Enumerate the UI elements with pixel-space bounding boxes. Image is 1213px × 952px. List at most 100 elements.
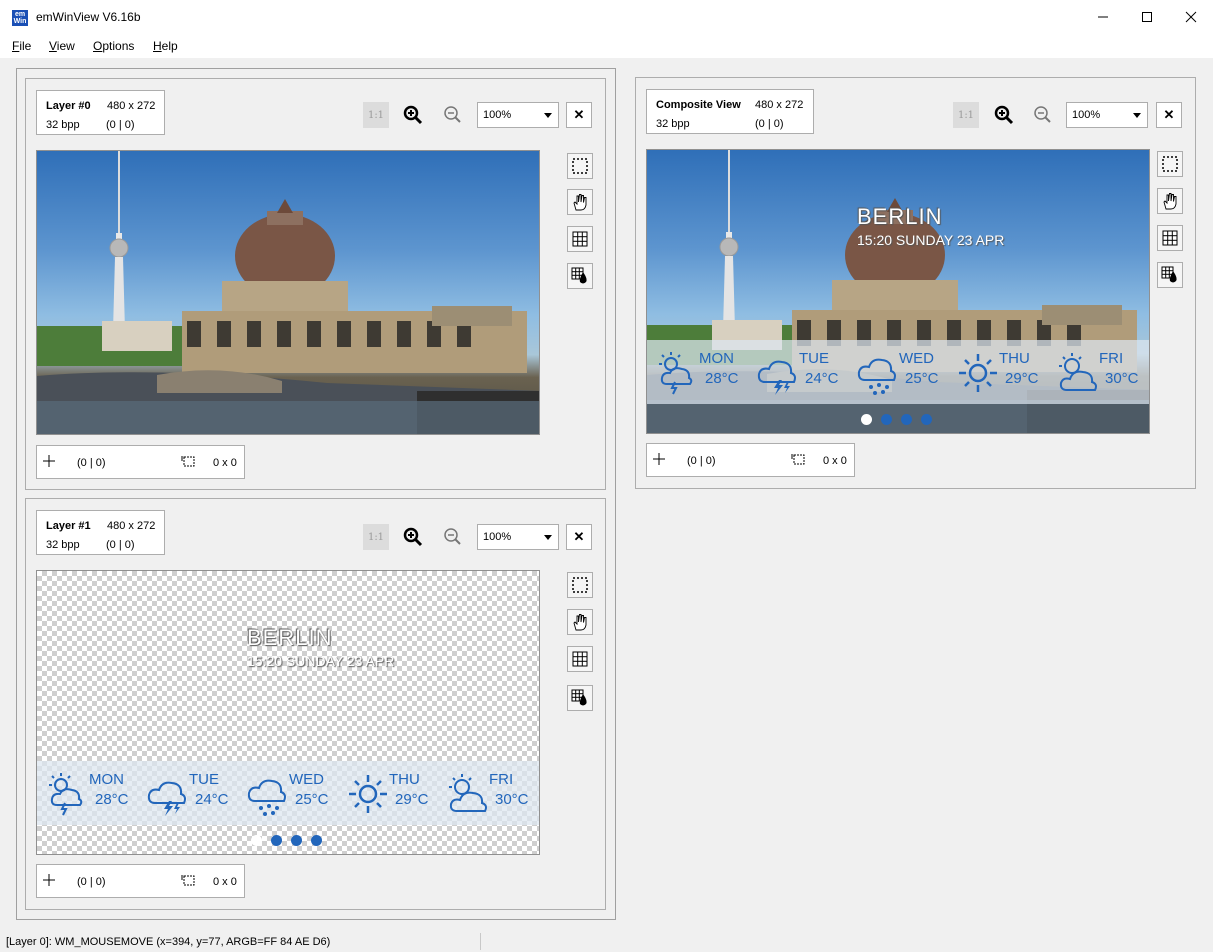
zoom-select[interactable]: 100% <box>477 524 559 550</box>
zoom-in-button[interactable] <box>400 102 426 128</box>
cloud-rain-icon <box>247 779 286 816</box>
alpha-grid-tool-button[interactable] <box>567 263 593 289</box>
forecast-day: WED 25°C <box>847 346 947 402</box>
selection-size-icon <box>791 454 805 465</box>
sun-cloud-icon <box>1059 353 1097 391</box>
select-tool-button[interactable] <box>567 153 593 179</box>
move-icon <box>43 455 55 467</box>
sun-cloud-storm-icon <box>659 352 693 395</box>
maximize-button[interactable] <box>1125 0 1169 34</box>
select-tool-button[interactable] <box>1157 151 1183 177</box>
forecast-day: THU 29°C <box>337 767 437 823</box>
zoom-in-button[interactable] <box>400 524 426 550</box>
layer0-panel: Layer #0 480 x 272 32 bpp (0 | 0) 1:1 10… <box>25 78 606 490</box>
layer0-status: (0 | 0) 0 x 0 <box>36 445 245 479</box>
zoom-select[interactable]: 100% <box>1066 102 1148 128</box>
status-text: [Layer 0]: WM_MOUSEMOVE (x=394, y=77, AR… <box>6 936 331 948</box>
menu-help[interactable]: Help <box>153 39 178 53</box>
grid-drop-icon <box>1161 266 1177 283</box>
close-button[interactable] <box>1169 0 1213 34</box>
layer1-panel: Layer #1 480 x 272 32 bpp (0 | 0) 1:1 10… <box>25 498 606 910</box>
composite-canvas[interactable]: BERLIN 15:20 SUNDAY 23 APR MON 28°C TUE … <box>646 149 1150 434</box>
datetime-label: 15:20 SUNDAY 23 APR <box>857 232 1005 248</box>
close-layer-button[interactable]: ✕ <box>566 524 592 550</box>
grid-icon <box>572 651 588 667</box>
grid-icon <box>572 231 588 247</box>
grid-tool-button[interactable] <box>1157 225 1183 251</box>
zoom-1to1-button[interactable]: 1:1 <box>953 102 979 128</box>
zoom-out-button[interactable] <box>440 102 466 128</box>
close-view-button[interactable]: ✕ <box>1156 102 1182 128</box>
page-dot-active[interactable] <box>251 835 262 846</box>
window-title: emWinView V6.16b <box>36 10 141 24</box>
layer0-info: Layer #0 480 x 272 32 bpp (0 | 0) <box>36 90 165 135</box>
hand-icon <box>573 194 587 211</box>
grid-tool-button[interactable] <box>567 646 593 672</box>
page-dot[interactable] <box>311 835 322 846</box>
grid-tool-button[interactable] <box>567 226 593 252</box>
forecast-day: FRI 30°C <box>1047 346 1147 402</box>
zoom-in-icon <box>994 105 1014 125</box>
sun-cloud-icon <box>449 774 487 812</box>
zoom-1to1-button[interactable]: 1:1 <box>363 102 389 128</box>
menu-bar: File View Options Help <box>0 34 1213 58</box>
zoom-out-button[interactable] <box>440 524 466 550</box>
forecast-day: WED 25°C <box>237 767 337 823</box>
menu-file[interactable]: File <box>12 39 31 53</box>
forecast-day: MON 28°C <box>37 767 137 823</box>
zoom-1to1-button[interactable]: 1:1 <box>363 524 389 550</box>
zoom-out-icon <box>444 106 461 123</box>
close-icon <box>1185 11 1197 23</box>
forecast-day: FRI 30°C <box>437 767 537 823</box>
sun-icon <box>349 775 387 813</box>
cloud-lightning-icon <box>147 781 186 816</box>
page-dot[interactable] <box>901 414 912 425</box>
app-icon: em Win <box>12 10 28 26</box>
minimize-button[interactable] <box>1081 0 1125 34</box>
layer1-status: (0 | 0) 0 x 0 <box>36 864 245 898</box>
menu-options[interactable]: Options <box>93 39 134 53</box>
composite-panel: Composite View 480 x 272 32 bpp (0 | 0) … <box>635 77 1196 489</box>
page-dot[interactable] <box>881 414 892 425</box>
select-tool-button[interactable] <box>567 572 593 598</box>
hand-icon <box>1163 193 1177 210</box>
page-dot[interactable] <box>291 835 302 846</box>
zoom-in-icon <box>403 105 423 125</box>
page-dot[interactable] <box>271 835 282 846</box>
cloud-rain-icon <box>857 358 896 395</box>
pan-tool-button[interactable] <box>567 609 593 635</box>
zoom-in-button[interactable] <box>991 102 1017 128</box>
selection-size-icon <box>181 456 195 467</box>
page-dot[interactable] <box>921 414 932 425</box>
city-title: BERLIN <box>857 204 943 229</box>
composite-info: Composite View 480 x 272 32 bpp (0 | 0) <box>646 89 814 134</box>
alpha-grid-tool-button[interactable] <box>1157 262 1183 288</box>
forecast-day: TUE 24°C <box>137 767 237 823</box>
layer1-canvas[interactable]: BERLIN 15:20 SUNDAY 23 APR MON 28°C TUE … <box>36 570 540 855</box>
layer0-canvas[interactable] <box>36 150 540 435</box>
alpha-grid-tool-button[interactable] <box>567 685 593 711</box>
pan-tool-button[interactable] <box>567 189 593 215</box>
move-icon <box>653 453 665 465</box>
hand-icon <box>573 614 587 631</box>
datetime-label: 15:20 SUNDAY 23 APR <box>247 653 395 669</box>
title-bar: em Win emWinView V6.16b <box>0 0 1213 34</box>
zoom-out-icon <box>1034 106 1051 123</box>
selection-icon <box>1162 156 1178 172</box>
berlin-photo <box>37 151 539 434</box>
forecast-bar: MON 28°C TUE 24°C WED 25°C THU 29°C FRI <box>647 340 1149 404</box>
zoom-select[interactable]: 100% <box>477 102 559 128</box>
chevron-down-icon <box>1133 113 1141 118</box>
menu-view[interactable]: View <box>49 39 75 53</box>
pan-tool-button[interactable] <box>1157 188 1183 214</box>
close-layer-button[interactable]: ✕ <box>566 102 592 128</box>
chevron-down-icon <box>544 113 552 118</box>
move-icon <box>43 874 55 886</box>
status-bar: [Layer 0]: WM_MOUSEMOVE (x=394, y=77, AR… <box>0 930 1213 952</box>
page-dot-active[interactable] <box>861 414 872 425</box>
forecast-day: TUE 24°C <box>747 346 847 402</box>
zoom-out-button[interactable] <box>1030 102 1056 128</box>
layer1-info: Layer #1 480 x 272 32 bpp (0 | 0) <box>36 510 165 555</box>
minimize-icon <box>1098 16 1108 18</box>
chevron-down-icon <box>544 535 552 540</box>
